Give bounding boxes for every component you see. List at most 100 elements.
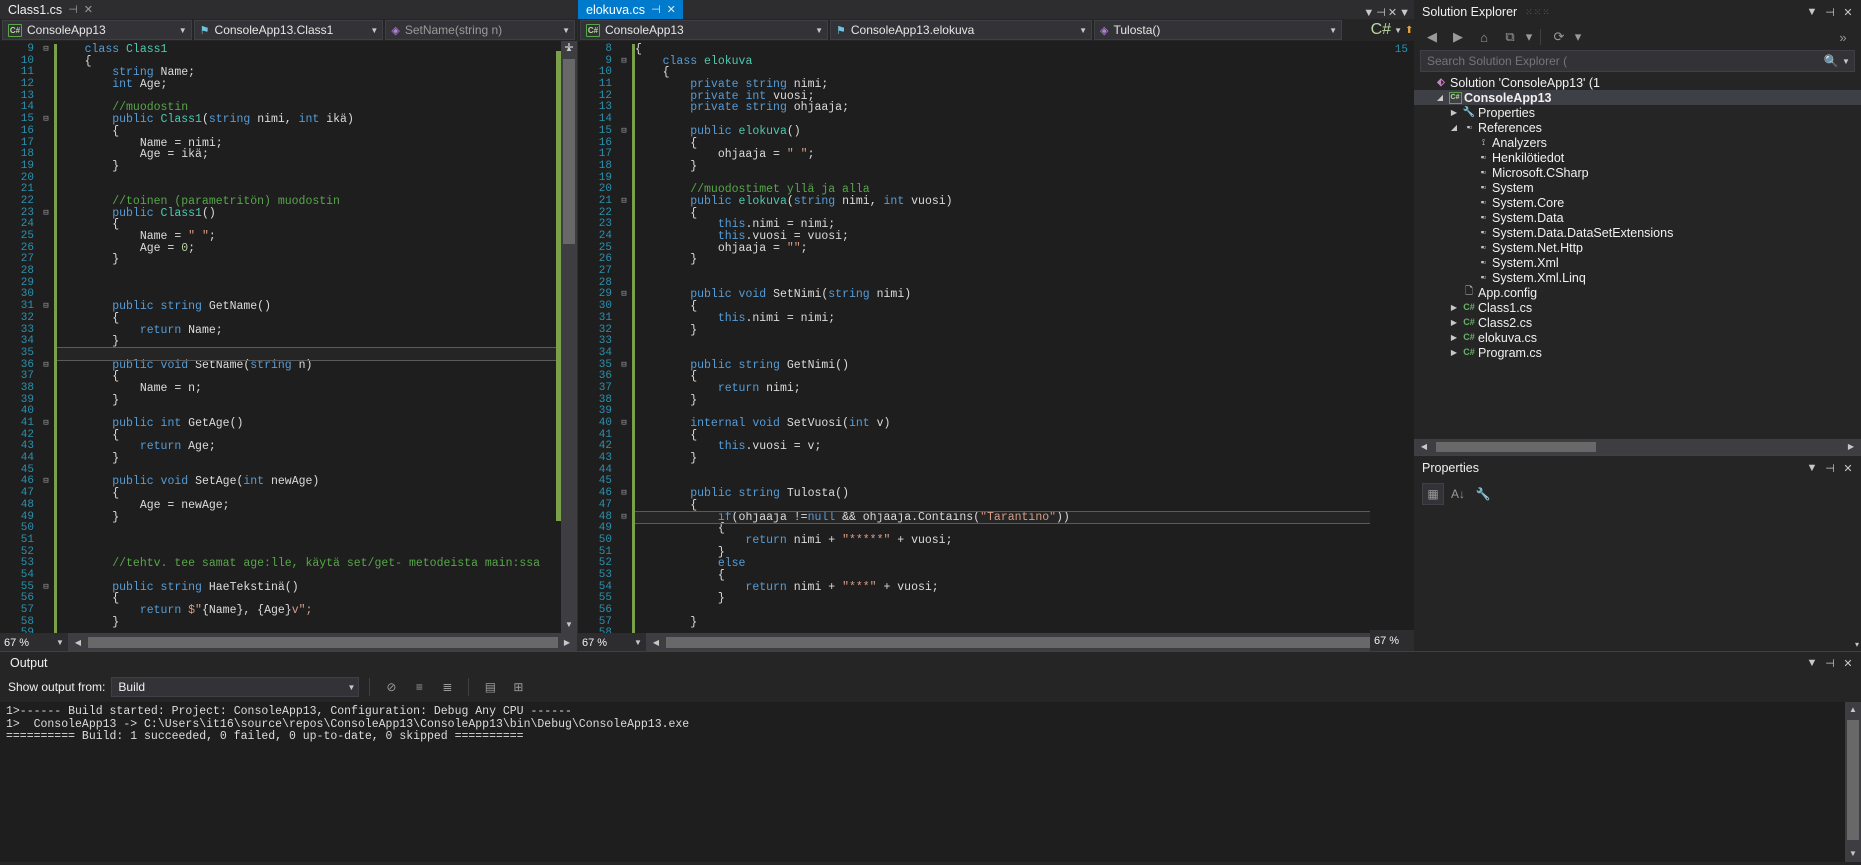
tree-item[interactable]: ▪▫ System.Data.DataSetExtensions bbox=[1414, 225, 1861, 240]
home-icon[interactable]: ⌂ bbox=[1472, 26, 1496, 48]
code-line[interactable] bbox=[57, 535, 577, 547]
code-line[interactable]: } bbox=[57, 511, 577, 524]
code-line[interactable]: } bbox=[57, 254, 577, 266]
fold-toggle-icon[interactable]: ⊟ bbox=[38, 360, 54, 372]
code-line[interactable]: return nimi + "***" + vuosi; bbox=[635, 581, 1414, 594]
fold-toggle-icon[interactable]: ⊟ bbox=[38, 418, 54, 430]
close-icon[interactable]: ✕ bbox=[1839, 6, 1857, 19]
scroll-right-icon[interactable]: ▶ bbox=[1843, 439, 1859, 455]
expand-icon[interactable]: ⬆ bbox=[1405, 25, 1413, 36]
code-line[interactable]: } bbox=[57, 161, 577, 173]
code-line[interactable]: return Name; bbox=[57, 324, 577, 337]
tree-item[interactable]: ▪▫ Henkilötiedot bbox=[1414, 150, 1861, 165]
code-line[interactable]: class Class1 bbox=[57, 44, 577, 56]
code-line[interactable]: //tehtv. tee samat age:lle, käytä set/ge… bbox=[57, 558, 577, 570]
code-line[interactable]: Age = ikä; bbox=[57, 149, 577, 161]
glyph-margin-left[interactable]: ⊟ ⊟ ⊟ ⊟ ⊟ ⊟ ⊟ ⊟ bbox=[38, 41, 54, 633]
code-line[interactable]: public Class1() bbox=[57, 207, 577, 220]
code-line[interactable]: internal void SetVuosi(int v) bbox=[635, 418, 1414, 430]
solution-explorer-search[interactable]: 🔍 ▼ bbox=[1420, 50, 1855, 72]
scroll-left-icon[interactable]: ◀ bbox=[1416, 439, 1432, 455]
properties-icon[interactable]: 🔧 bbox=[1472, 483, 1494, 505]
tree-item[interactable]: ▪▫ Microsoft.CSharp bbox=[1414, 165, 1861, 180]
code-line[interactable]: this.nimi = nimi; bbox=[635, 312, 1414, 325]
output-text-area[interactable]: 1>------ Build started: Project: Console… bbox=[0, 702, 1861, 862]
tree-item[interactable]: ▶ C# elokuva.cs bbox=[1414, 330, 1861, 345]
code-line[interactable]: } bbox=[635, 546, 1414, 559]
type-dropdown-right[interactable]: ⚑ ConsoleApp13.elokuva ▼ bbox=[830, 20, 1092, 40]
code-line[interactable] bbox=[57, 278, 577, 290]
search-input[interactable] bbox=[1427, 54, 1822, 68]
horizontal-scrollbar-right[interactable]: ◀ ▶ bbox=[646, 633, 1414, 652]
chevron-down-icon[interactable]: ▼ bbox=[1394, 26, 1402, 35]
code-line[interactable] bbox=[57, 173, 577, 185]
code-line[interactable]: } bbox=[635, 616, 1414, 629]
chevron-down-icon[interactable]: ▼ bbox=[1363, 7, 1374, 19]
fold-toggle-icon[interactable]: ⊟ bbox=[616, 289, 632, 301]
code-line[interactable]: public string Tulosta() bbox=[635, 488, 1414, 500]
code-line[interactable]: public int GetAge() bbox=[57, 418, 577, 430]
fold-toggle-icon[interactable]: ⊟ bbox=[38, 301, 54, 313]
pin-icon[interactable]: ⊣ bbox=[651, 3, 661, 16]
toggle-wordwrap-icon[interactable]: ≡ bbox=[408, 677, 430, 697]
tree-item[interactable]: ▪▫ System.Core bbox=[1414, 195, 1861, 210]
chevron-down-icon[interactable]: ▼ bbox=[1399, 7, 1410, 19]
code-line[interactable]: public elokuva(string nimi, int vuosi) bbox=[635, 196, 1414, 208]
scroll-up-icon[interactable]: ▲ bbox=[1845, 702, 1861, 718]
member-dropdown-left[interactable]: ◈ SetName(string n) ▼ bbox=[385, 20, 576, 40]
code-line[interactable]: { bbox=[57, 312, 577, 325]
chevron-down-icon[interactable]: ▾ bbox=[1524, 26, 1534, 48]
code-line[interactable]: } bbox=[635, 453, 1414, 465]
find-message-icon[interactable]: ≣ bbox=[436, 677, 458, 697]
code-line[interactable]: private string ohjaaja; bbox=[635, 102, 1414, 114]
tree-item[interactable]: ▪▫ System.Net.Http bbox=[1414, 240, 1861, 255]
close-icon[interactable]: ✕ bbox=[1839, 657, 1857, 670]
chevron-down-icon[interactable]: ▼ bbox=[1803, 657, 1821, 669]
code-line[interactable]: public void SetName(string n) bbox=[57, 359, 577, 372]
tab-class1-cs[interactable]: Class1.cs ⊣ ✕ bbox=[0, 0, 100, 19]
chevron-down-icon[interactable]: ▼ bbox=[52, 633, 68, 652]
code-line[interactable]: { bbox=[57, 125, 577, 138]
code-line[interactable] bbox=[57, 523, 577, 535]
code-line[interactable]: } bbox=[635, 593, 1414, 605]
code-line[interactable]: if(ohjaaja !=null && ohjaaja.Contains("T… bbox=[635, 510, 1414, 525]
code-line[interactable]: } bbox=[635, 254, 1414, 266]
close-icon[interactable]: ✕ bbox=[1839, 462, 1857, 475]
fold-toggle-icon[interactable]: ⊟ bbox=[38, 208, 54, 220]
chevron-down-icon[interactable]: ▼ bbox=[630, 633, 646, 652]
code-surface-left[interactable]: 9 10 11 12 13 14 15 16 17 18 19 20 21 22 23 24 25 26 27 28 2… bbox=[0, 41, 577, 633]
code-line[interactable]: else bbox=[635, 558, 1414, 570]
back-icon[interactable]: ◀ bbox=[1420, 26, 1444, 48]
code-line[interactable]: } bbox=[635, 324, 1414, 337]
tree-item[interactable]: ⬖ Solution 'ConsoleApp13' (1 bbox=[1414, 75, 1861, 90]
overflow-icon[interactable]: » bbox=[1831, 26, 1855, 48]
tree-item[interactable]: 🗋 App.config bbox=[1414, 285, 1861, 300]
code-line[interactable]: public string HaeTekstinä() bbox=[57, 581, 577, 594]
code-line[interactable]: Name = n; bbox=[57, 383, 577, 395]
code-line[interactable]: } bbox=[57, 336, 577, 348]
pin-icon[interactable]: ⊣ bbox=[68, 3, 78, 16]
code-line[interactable] bbox=[635, 336, 1414, 348]
code-line[interactable]: } bbox=[57, 453, 577, 465]
code-line[interactable] bbox=[635, 465, 1414, 477]
tree-item[interactable]: ▪▫ System.Xml.Linq bbox=[1414, 270, 1861, 285]
code-text-right[interactable]: { class elokuva { private string nimi; p… bbox=[635, 41, 1414, 633]
forward-icon[interactable]: ▶ bbox=[1446, 26, 1470, 48]
solution-explorer-hscroll[interactable]: ◀ ▶ bbox=[1414, 439, 1861, 455]
tree-item[interactable]: ▶ 🔧 Properties bbox=[1414, 105, 1861, 120]
scroll-down-icon[interactable]: ▼ bbox=[1845, 846, 1861, 862]
search-icon[interactable]: 🔍 bbox=[1822, 54, 1840, 68]
scroll-thumb[interactable] bbox=[1847, 720, 1859, 840]
code-line[interactable]: Age = 0; bbox=[57, 242, 577, 255]
chevron-right-icon[interactable]: ▶ bbox=[1448, 303, 1460, 312]
code-line[interactable]: Name = " "; bbox=[57, 231, 577, 243]
tree-item[interactable]: ▪▫ System bbox=[1414, 180, 1861, 195]
chevron-right-icon[interactable]: ▶ bbox=[1448, 333, 1460, 342]
code-line[interactable]: public Class1(string nimi, int ikä) bbox=[57, 114, 577, 126]
alphabetical-icon[interactable]: A↓ bbox=[1447, 483, 1469, 505]
clear-all-icon[interactable]: ⊘ bbox=[380, 677, 402, 697]
fold-toggle-icon[interactable]: ⊟ bbox=[616, 418, 632, 430]
code-line[interactable]: public string GetName() bbox=[57, 301, 577, 313]
fold-toggle-icon[interactable]: ⊟ bbox=[38, 476, 54, 488]
code-line[interactable]: ohjaaja = " "; bbox=[635, 149, 1414, 161]
